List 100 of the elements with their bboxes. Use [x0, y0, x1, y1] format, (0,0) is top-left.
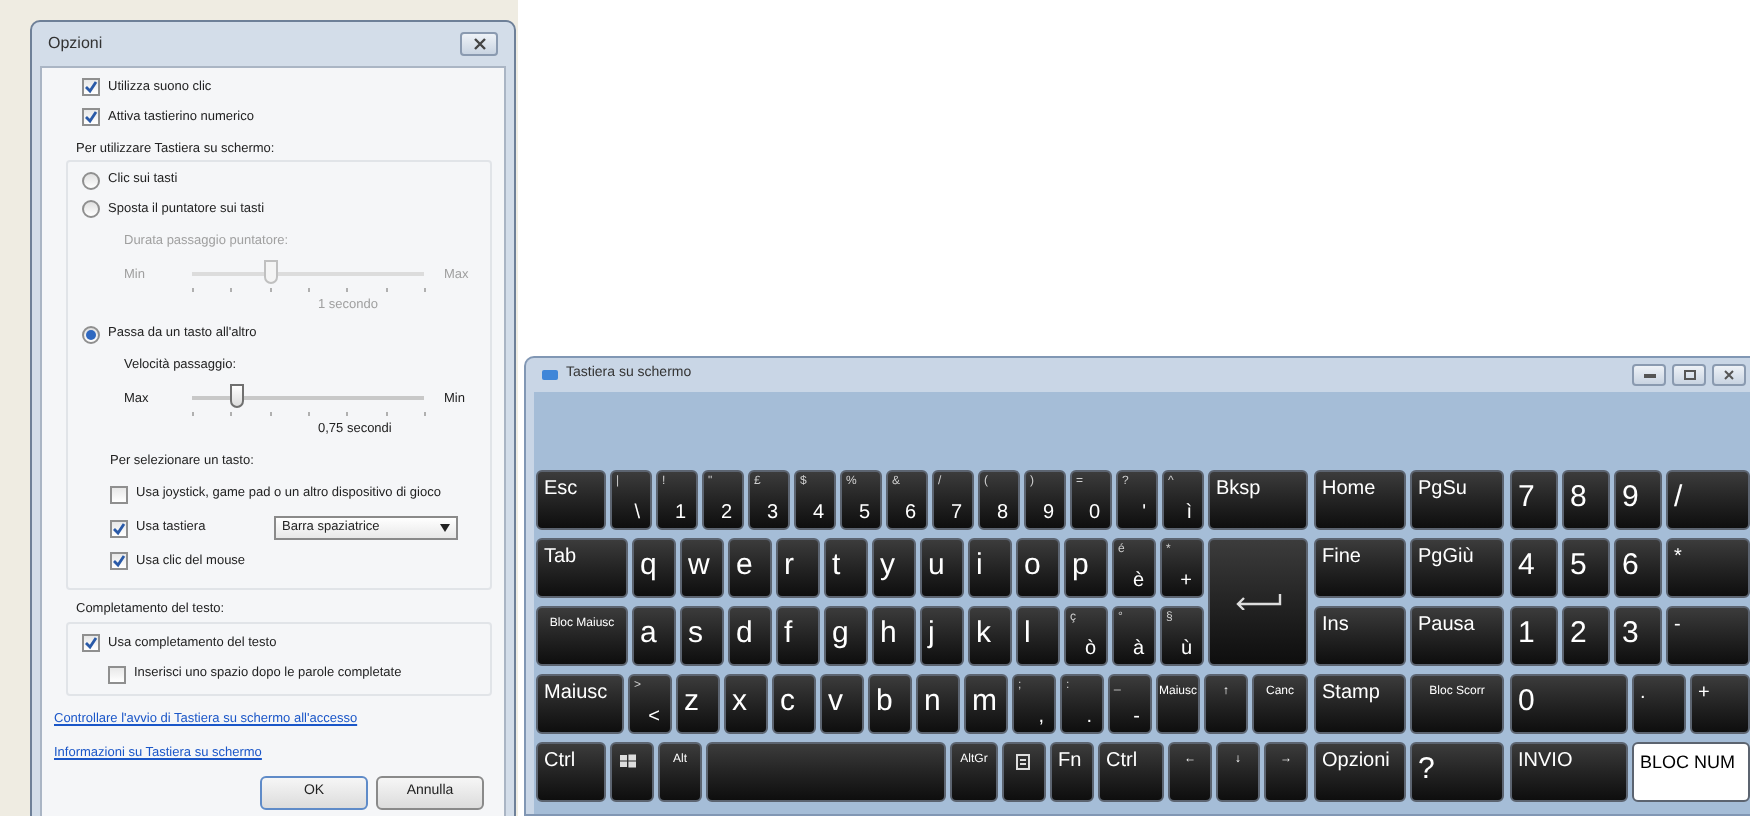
- keyboard-key[interactable]: s: [680, 606, 724, 666]
- keyboard-key[interactable]: ?: [1410, 742, 1504, 802]
- keyboard-key[interactable]: o: [1016, 538, 1060, 598]
- keyboard-key[interactable]: k: [968, 606, 1012, 666]
- keyboard-key[interactable]: Esc: [536, 470, 606, 530]
- enter-key[interactable]: [1208, 538, 1308, 666]
- keyboard-key[interactable]: a: [632, 606, 676, 666]
- keyboard-key[interactable]: Pausa: [1410, 606, 1504, 666]
- keyboard-app-icon: [542, 370, 558, 380]
- radio-button[interactable]: [82, 200, 100, 219]
- keyboard-key[interactable]: x: [724, 674, 768, 734]
- key-label: à: [1132, 640, 1144, 660]
- minimize-button[interactable]: [1632, 364, 1666, 386]
- keyboard-key[interactable]: m: [964, 674, 1008, 734]
- keyboard-key[interactable]: /: [1666, 470, 1750, 530]
- keyboard-key[interactable]: l: [1016, 606, 1060, 666]
- keyboard-key[interactable]: Ctrl: [1098, 742, 1164, 802]
- keyboard-key[interactable]: q: [632, 538, 676, 598]
- keyboard-key[interactable]: w: [680, 538, 724, 598]
- checkbox[interactable]: [82, 78, 100, 97]
- keyboard-key[interactable]: Ins: [1314, 606, 1406, 666]
- keyboard-key[interactable]: Fine: [1314, 538, 1406, 598]
- keyboard-key[interactable]: BLOC NUM: [1632, 742, 1750, 802]
- keyboard-key[interactable]: .: [1632, 674, 1686, 734]
- enter-arrow-icon: [1234, 594, 1282, 610]
- maximize-button[interactable]: [1672, 364, 1706, 386]
- keyboard-key[interactable]: 7: [1510, 470, 1558, 530]
- keyboard-key[interactable]: j: [920, 606, 964, 666]
- close-button[interactable]: [460, 32, 498, 56]
- keyboard-key[interactable]: r: [776, 538, 820, 598]
- keyboard-key[interactable]: n: [916, 674, 960, 734]
- menu-key[interactable]: [1002, 742, 1046, 802]
- close-icon: [473, 38, 485, 50]
- keyboard-key[interactable]: 4: [1510, 538, 1558, 598]
- keyboard-key[interactable]: g: [824, 606, 868, 666]
- keyboard-key[interactable]: Stamp: [1314, 674, 1406, 734]
- keyboard-key[interactable]: PgGiù: [1410, 538, 1504, 598]
- keyboard-key[interactable]: d: [728, 606, 772, 666]
- checkmark-icon: [112, 521, 126, 535]
- key-label: 2: [720, 504, 732, 524]
- key-label: 5: [858, 504, 870, 524]
- key-label: .: [1086, 708, 1092, 728]
- keyboard-key[interactable]: z: [676, 674, 720, 734]
- keyboard-key[interactable]: Fn: [1050, 742, 1094, 802]
- windows-key[interactable]: [610, 742, 654, 802]
- keyboard-key[interactable]: 1: [1510, 606, 1558, 666]
- keyboard-key[interactable]: *: [1666, 538, 1750, 598]
- windows-logo-icon: [620, 754, 636, 768]
- key-label: 3: [766, 504, 778, 524]
- keyboard-key[interactable]: +: [1690, 674, 1750, 734]
- keyboard-key[interactable]: 8: [1562, 470, 1610, 530]
- maximize-icon: [1683, 370, 1695, 380]
- keyboard-key[interactable]: 3: [1614, 606, 1662, 666]
- keyboard-key[interactable]: Maiusc: [536, 674, 624, 734]
- keyboard-key[interactable]: PgSu: [1410, 470, 1504, 530]
- keyboard-key[interactable]: f: [776, 606, 820, 666]
- key-label: <: [648, 708, 660, 728]
- keyboard-key[interactable]: 9: [1614, 470, 1662, 530]
- key-label: ': [1142, 504, 1146, 524]
- radio-button[interactable]: [82, 171, 100, 190]
- close-button[interactable]: [1712, 364, 1746, 386]
- keyboard-key[interactable]: INVIO: [1510, 742, 1628, 802]
- radio-button[interactable]: [82, 325, 100, 344]
- keyboard-key[interactable]: u: [920, 538, 964, 598]
- key-label: ù: [1180, 640, 1192, 660]
- keyboard-key[interactable]: Home: [1314, 470, 1406, 530]
- key-label: 8: [996, 504, 1008, 524]
- keyboard-key[interactable]: -: [1666, 606, 1750, 666]
- keyboard-key[interactable]: Bksp: [1208, 470, 1308, 530]
- keyboard-key[interactable]: Opzioni: [1314, 742, 1406, 802]
- checkmark-icon: [112, 554, 126, 569]
- checkbox[interactable]: [108, 665, 126, 684]
- space-bar[interactable]: [706, 742, 946, 802]
- keyboard-key[interactable]: 2: [1562, 606, 1610, 666]
- keyboard-key[interactable]: 0: [1510, 674, 1628, 734]
- key-label: ì: [1186, 504, 1192, 524]
- checkbox[interactable]: [110, 552, 128, 571]
- checkbox[interactable]: [110, 485, 128, 504]
- key-label: è: [1132, 572, 1144, 592]
- keyboard-key[interactable]: e: [728, 538, 772, 598]
- keyboard-key[interactable]: c: [772, 674, 816, 734]
- checkbox[interactable]: [110, 519, 128, 537]
- key-label: 4: [812, 504, 824, 524]
- caret-icon: [440, 524, 450, 532]
- minimize-icon: [1643, 373, 1655, 377]
- keyboard-key[interactable]: h: [872, 606, 916, 666]
- keyboard-key[interactable]: b: [868, 674, 912, 734]
- keyboard-key[interactable]: 5: [1562, 538, 1610, 598]
- keyboard-key[interactable]: y: [872, 538, 916, 598]
- keyboard-key[interactable]: v: [820, 674, 864, 734]
- slider-thumb[interactable]: [230, 383, 245, 408]
- keyboard-key[interactable]: Ctrl: [536, 742, 606, 802]
- key-label: +: [1180, 572, 1192, 592]
- checkbox[interactable]: [82, 108, 100, 127]
- keyboard-key[interactable]: 6: [1614, 538, 1662, 598]
- keyboard-key[interactable]: p: [1064, 538, 1108, 598]
- keyboard-key[interactable]: Tab: [536, 538, 628, 598]
- keyboard-key[interactable]: i: [968, 538, 1012, 598]
- checkbox[interactable]: [82, 633, 100, 652]
- keyboard-key[interactable]: t: [824, 538, 868, 598]
